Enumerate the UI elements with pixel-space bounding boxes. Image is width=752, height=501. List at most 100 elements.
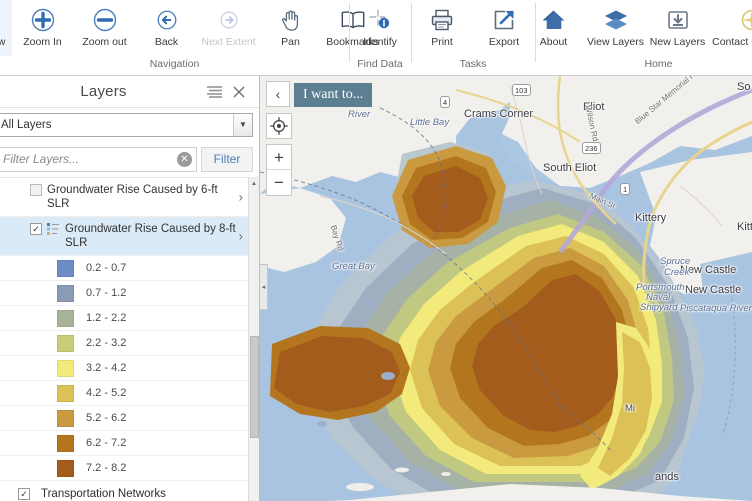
contact-granit-button[interactable]: Contact GRANIT	[709, 0, 752, 56]
view-layers-label: View Layers	[586, 36, 644, 48]
legend-color-swatch	[57, 434, 74, 452]
download-folder-icon	[666, 5, 690, 35]
scrollbar-up-arrow[interactable]: ▲	[249, 178, 259, 189]
zoom-control: + −	[266, 144, 292, 196]
map-zoom-in-button[interactable]: +	[267, 145, 291, 170]
close-icon[interactable]	[233, 86, 259, 98]
plus-circle-icon	[31, 5, 55, 35]
printer-icon	[430, 5, 454, 35]
legend-label: 7.2 - 8.2	[86, 462, 127, 474]
scrollbar-thumb[interactable]	[250, 336, 259, 438]
legend-label: 6.2 - 7.2	[86, 437, 127, 449]
layer-scope-value: All Layers	[1, 118, 52, 131]
layer-list-scroll-area: Groundwater Rise Caused by 6-ft SLR › ✓ …	[0, 178, 248, 501]
export-label: Export	[488, 36, 520, 48]
locate-button[interactable]	[266, 113, 292, 139]
transportation-networks-checkbox[interactable]: ✓	[18, 488, 30, 500]
view-layers-button[interactable]: View Layers	[585, 0, 647, 56]
chevron-down-icon: ▼	[233, 113, 252, 136]
application-window: Initial View Zoom In Zoom out	[0, 0, 752, 501]
legend-row: 7.2 - 8.2	[0, 456, 248, 481]
i-want-to-button[interactable]: I want to...	[294, 83, 373, 107]
layer-expand-chevron-6ft[interactable]: ›	[239, 190, 243, 205]
print-button[interactable]: Print	[411, 0, 473, 56]
zoom-out-label: Zoom out	[82, 36, 127, 48]
legend-symbol-icon	[47, 222, 60, 235]
panel-header: Layers	[0, 76, 259, 108]
legend-row: 5.2 - 6.2	[0, 406, 248, 431]
legend-row: 6.2 - 7.2	[0, 431, 248, 456]
ribbon-category-find-data: Find Data	[357, 58, 403, 70]
pan-label: Pan	[281, 36, 300, 48]
print-label: Print	[431, 36, 453, 48]
panel-filter-row: ✕ Filter	[0, 141, 259, 177]
legend-label: 2.2 - 3.2	[86, 337, 127, 349]
legend-label: 3.2 - 4.2	[86, 362, 127, 374]
legend-row: 4.2 - 5.2	[0, 381, 248, 406]
transportation-networks-label: Transportation Networks	[41, 487, 166, 500]
hamburger-menu-icon[interactable]	[207, 85, 233, 98]
legend-label: 4.2 - 5.2	[86, 387, 127, 399]
layer-scope-dropdown[interactable]: All Layers ▼	[0, 112, 253, 137]
layer-list-scrollbar[interactable]: ▲	[248, 178, 259, 501]
about-label: About	[539, 36, 568, 48]
filter-layers-input[interactable]	[1, 151, 177, 167]
back-button[interactable]: Back	[136, 0, 198, 56]
map-zoom-out-button[interactable]: −	[267, 170, 291, 195]
ribbon-group-navigation: Initial View Zoom In Zoom out	[0, 0, 379, 76]
identify-info-icon	[368, 5, 392, 35]
legend-label: 0.7 - 1.2	[86, 287, 127, 299]
compass-star-icon	[740, 5, 752, 35]
layer-checkbox-6ft[interactable]	[30, 184, 42, 196]
initial-view-label: Initial View	[0, 36, 6, 48]
new-layers-button[interactable]: New Layers	[647, 0, 709, 56]
arrow-left-circle-icon	[157, 5, 177, 35]
legend-color-swatch	[57, 459, 74, 477]
layer-checkbox-8ft[interactable]: ✓	[30, 223, 42, 235]
layers-panel: Layers All Layers ▼ ✕ Filter	[0, 76, 260, 501]
layer-row-6ft-slr[interactable]: Groundwater Rise Caused by 6-ft SLR ›	[0, 178, 248, 217]
legend-color-swatch	[57, 384, 74, 402]
legend-row: 0.2 - 0.7	[0, 256, 248, 281]
zoom-out-button[interactable]: Zoom out	[74, 0, 136, 56]
legend-color-swatch	[57, 259, 74, 277]
contact-granit-label: Contact GRANIT	[712, 36, 752, 48]
next-extent-button[interactable]: Next Extent	[198, 0, 260, 56]
ribbon-group-tasks: Print Export Tasks	[411, 0, 535, 76]
legend-label: 5.2 - 6.2	[86, 412, 127, 424]
legend-color-swatch	[57, 334, 74, 352]
ribbon-category-tasks: Tasks	[459, 58, 487, 70]
panel-collapse-handle[interactable]: ◂	[260, 264, 268, 310]
minus-circle-icon	[93, 5, 117, 35]
ribbon-category-home: Home	[644, 58, 673, 70]
zoom-in-label: Zoom In	[23, 36, 62, 48]
about-button[interactable]: About	[523, 0, 585, 56]
legend-row: 0.7 - 1.2	[0, 281, 248, 306]
transportation-networks-row[interactable]: ✓ Transportation Networks	[0, 481, 248, 501]
legend-color-swatch	[57, 284, 74, 302]
identify-label: Identify	[363, 36, 397, 48]
clear-filter-icon[interactable]: ✕	[177, 151, 192, 167]
panel-scope-row: All Layers ▼	[0, 108, 259, 141]
legend-label: 1.2 - 2.2	[86, 312, 127, 324]
hand-icon	[280, 5, 302, 35]
map-viewport[interactable]: Crams Corner Eliot South Eliot Kittery New C…	[260, 76, 752, 501]
legend-row: 1.2 - 2.2	[0, 306, 248, 331]
toolbar-ribbon: Initial View Zoom In Zoom out	[0, 0, 752, 76]
initial-view-button[interactable]: Initial View	[0, 0, 12, 56]
legend-color-swatch	[57, 359, 74, 377]
legend-label: 0.2 - 0.7	[86, 262, 127, 274]
layer-row-8ft-slr[interactable]: ✓ Groundwater Rise Caused by 8-ft SLR ›	[0, 217, 248, 256]
filter-button[interactable]: Filter	[201, 146, 253, 172]
legend-color-swatch	[57, 409, 74, 427]
zoom-in-button[interactable]: Zoom In	[12, 0, 74, 56]
layers-stack-icon	[603, 5, 629, 35]
layer-expand-chevron-8ft[interactable]: ›	[239, 229, 243, 244]
pan-button[interactable]: Pan	[260, 0, 322, 56]
panel-title: Layers	[80, 83, 127, 100]
legend-list: 0.2 - 0.7 0.7 - 1.2 1.2 - 2.2 2.2 - 3.2 3.2 …	[0, 256, 248, 481]
back-label: Back	[154, 36, 179, 48]
map-back-button[interactable]: ‹	[266, 81, 290, 107]
layer-list: Groundwater Rise Caused by 6-ft SLR › ✓ …	[0, 177, 259, 501]
identify-button[interactable]: Identify	[349, 0, 411, 56]
